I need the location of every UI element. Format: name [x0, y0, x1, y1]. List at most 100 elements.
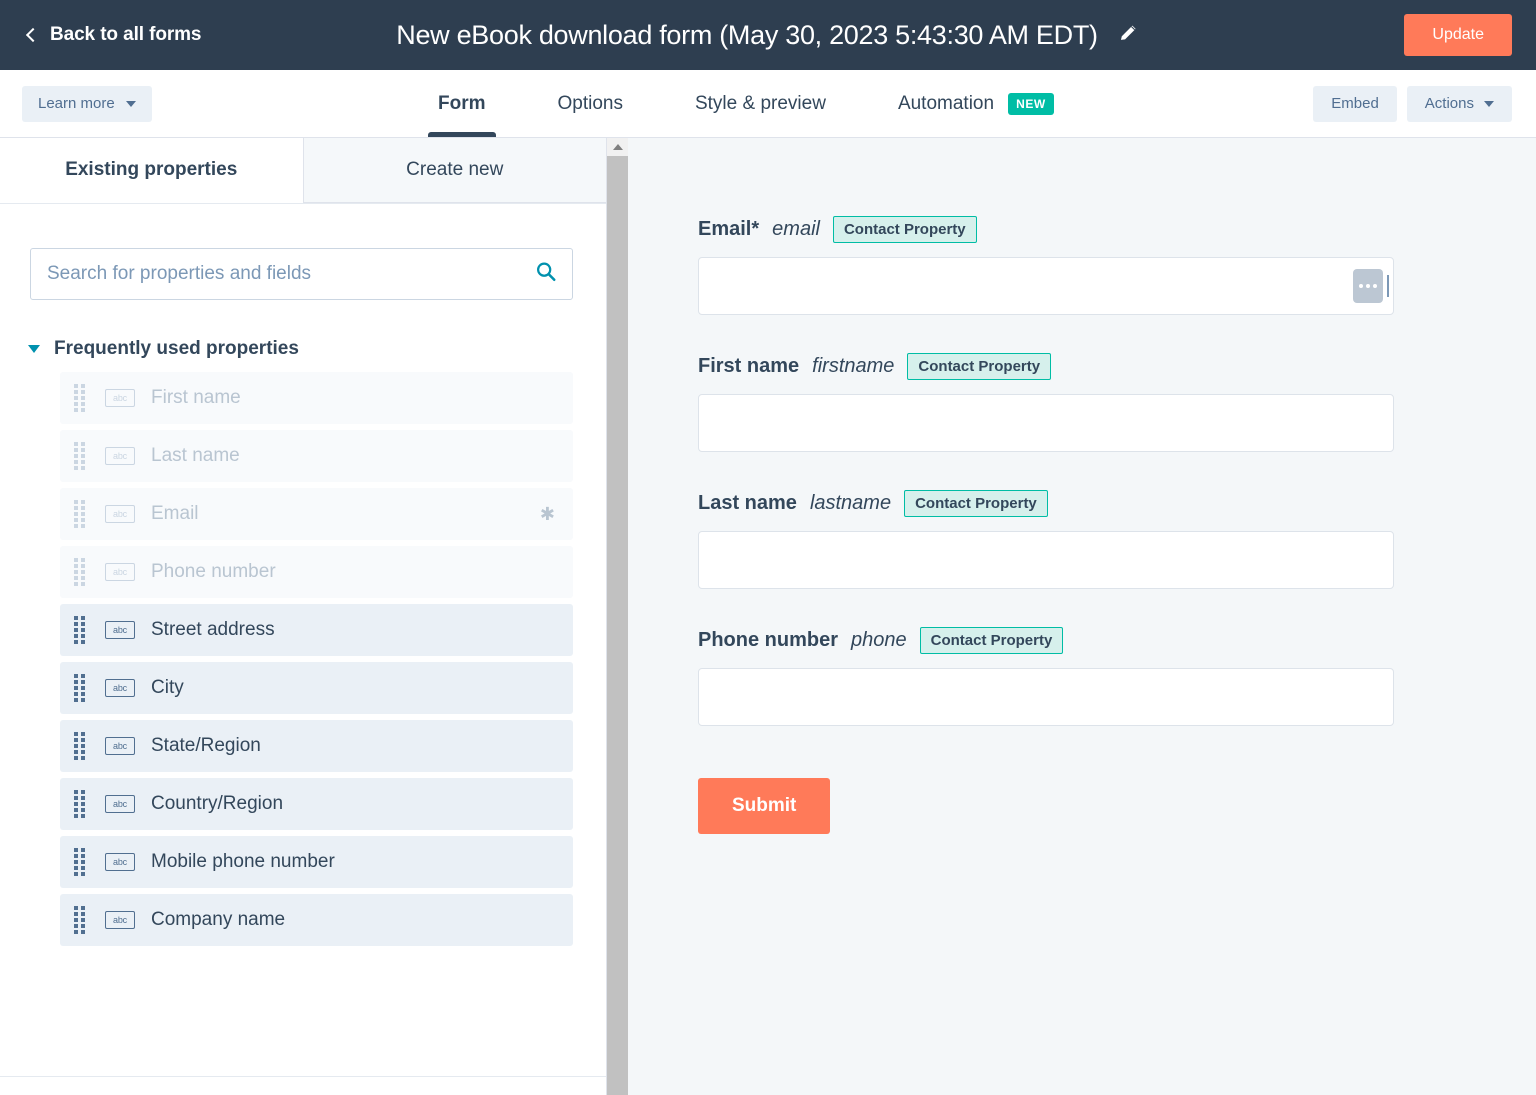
- actions-label: Actions: [1425, 95, 1474, 112]
- properties-sidebar: Existing properties Create new Frequentl…: [0, 138, 606, 1095]
- sidebar-tab-create-new-label: Create new: [406, 159, 503, 181]
- field-label-row: First name firstname Contact Property: [698, 353, 1394, 380]
- search-container: [30, 248, 573, 300]
- form-editor-app: Back to all forms New eBook download for…: [0, 0, 1536, 1095]
- contact-property-badge: Contact Property: [920, 627, 1064, 654]
- scroll-up-button[interactable]: [607, 138, 628, 156]
- drag-handle-icon[interactable]: [74, 848, 85, 876]
- drag-handle-icon[interactable]: [74, 674, 85, 702]
- abc-field-type-icon: abc: [105, 505, 135, 523]
- search-input[interactable]: [30, 248, 573, 300]
- document-title-group: New eBook download form (May 30, 2023 5:…: [396, 20, 1139, 51]
- property-label: Street address: [151, 619, 275, 641]
- tab-form[interactable]: Form: [402, 70, 522, 137]
- phone-input[interactable]: [698, 668, 1394, 726]
- field-label: Phone number: [698, 629, 838, 652]
- list-item: abc Last name: [60, 430, 573, 482]
- abc-field-type-icon: abc: [105, 621, 135, 639]
- lastname-input[interactable]: [698, 531, 1394, 589]
- back-to-all-forms-link[interactable]: Back to all forms: [28, 24, 201, 46]
- property-label: Mobile phone number: [151, 851, 335, 873]
- abc-field-type-icon: abc: [105, 563, 135, 581]
- abc-field-type-icon: abc: [105, 447, 135, 465]
- sidebar-tab-create-new[interactable]: Create new: [303, 138, 607, 203]
- learn-more-button[interactable]: Learn more: [22, 86, 152, 122]
- embed-button[interactable]: Embed: [1313, 86, 1397, 122]
- contact-property-badge: Contact Property: [907, 353, 1051, 380]
- field-label: First name: [698, 355, 799, 378]
- list-item[interactable]: abc State/Region: [60, 720, 573, 772]
- sidebar-scrollbar[interactable]: [606, 138, 628, 1095]
- field-label-row: Last name lastname Contact Property: [698, 490, 1394, 517]
- scrollbar-track[interactable]: [607, 156, 628, 1095]
- tab-automation-label: Automation: [898, 93, 994, 115]
- new-badge: NEW: [1008, 93, 1054, 115]
- drag-handle-icon[interactable]: [74, 790, 85, 818]
- field-internal-name: lastname: [810, 492, 891, 515]
- list-item: abc First name: [60, 372, 573, 424]
- sidebar-bottom-divider: [0, 1076, 606, 1077]
- list-item[interactable]: abc Company name: [60, 894, 573, 946]
- text-cursor-caret: [1387, 275, 1389, 297]
- list-item[interactable]: abc Country/Region: [60, 778, 573, 830]
- drag-handle-icon: [74, 442, 85, 470]
- drag-handle-icon[interactable]: [74, 616, 85, 644]
- update-button[interactable]: Update: [1404, 14, 1512, 56]
- chevron-up-icon: [613, 144, 623, 150]
- tab-style-preview[interactable]: Style & preview: [659, 70, 862, 137]
- chevron-down-icon: [126, 101, 136, 107]
- required-asterisk-icon: ✱: [540, 504, 555, 525]
- editor-body: Existing properties Create new Frequentl…: [0, 138, 1536, 1095]
- property-label: First name: [151, 387, 241, 409]
- sidebar-tab-existing-label: Existing properties: [65, 159, 237, 181]
- form-field-lastname: Last name lastname Contact Property: [698, 490, 1394, 589]
- list-item[interactable]: abc Mobile phone number: [60, 836, 573, 888]
- email-input[interactable]: [698, 257, 1394, 315]
- property-label: City: [151, 677, 184, 699]
- drag-handle-icon[interactable]: [74, 906, 85, 934]
- property-label: Last name: [151, 445, 240, 467]
- field-internal-name: phone: [851, 629, 907, 652]
- chevron-down-icon: [1484, 101, 1494, 107]
- field-label: Email*: [698, 218, 759, 241]
- pencil-icon[interactable]: [1118, 22, 1140, 49]
- abc-field-type-icon: abc: [105, 737, 135, 755]
- chevron-left-icon: [26, 27, 40, 41]
- submit-button[interactable]: Submit: [698, 778, 830, 834]
- field-label-row: Email* email Contact Property: [698, 216, 1394, 243]
- navigation-bar: Learn more Form Options Style & preview …: [0, 70, 1536, 138]
- top-header: Back to all forms New eBook download for…: [0, 0, 1536, 70]
- drag-handle-icon: [74, 500, 85, 528]
- sidebar-tab-existing-properties[interactable]: Existing properties: [0, 138, 303, 203]
- editor-tabs: Form Options Style & preview Automation …: [402, 70, 1090, 137]
- property-label: State/Region: [151, 735, 261, 757]
- drag-handle-icon[interactable]: [74, 732, 85, 760]
- property-label: Company name: [151, 909, 285, 931]
- drag-handle-icon: [74, 384, 85, 412]
- tab-form-label: Form: [438, 93, 486, 115]
- form-preview-body: Email* email Contact Property First name…: [628, 138, 1464, 834]
- field-internal-name: email: [772, 218, 820, 241]
- list-item[interactable]: abc Street address: [60, 604, 573, 656]
- property-list: abc First name abc Last name abc Email ✱: [60, 372, 573, 946]
- scrollbar-thumb[interactable]: [607, 156, 628, 1095]
- abc-field-type-icon: abc: [105, 679, 135, 697]
- list-item[interactable]: abc City: [60, 662, 573, 714]
- tab-options[interactable]: Options: [522, 70, 659, 137]
- tab-automation[interactable]: Automation NEW: [862, 70, 1090, 137]
- more-options-icon[interactable]: [1353, 269, 1383, 303]
- abc-field-type-icon: abc: [105, 389, 135, 407]
- list-item: abc Email ✱: [60, 488, 573, 540]
- firstname-input[interactable]: [698, 394, 1394, 452]
- contact-property-badge: Contact Property: [904, 490, 1048, 517]
- back-link-label: Back to all forms: [50, 24, 201, 46]
- actions-button[interactable]: Actions: [1407, 86, 1512, 122]
- embed-label: Embed: [1331, 95, 1379, 112]
- contact-property-badge: Contact Property: [833, 216, 977, 243]
- frequently-used-properties-group-header[interactable]: Frequently used properties: [28, 338, 606, 360]
- form-field-firstname: First name firstname Contact Property: [698, 353, 1394, 452]
- form-field-email: Email* email Contact Property: [698, 216, 1394, 315]
- group-title: Frequently used properties: [54, 338, 299, 360]
- tab-style-preview-label: Style & preview: [695, 93, 826, 115]
- field-label: Last name: [698, 492, 797, 515]
